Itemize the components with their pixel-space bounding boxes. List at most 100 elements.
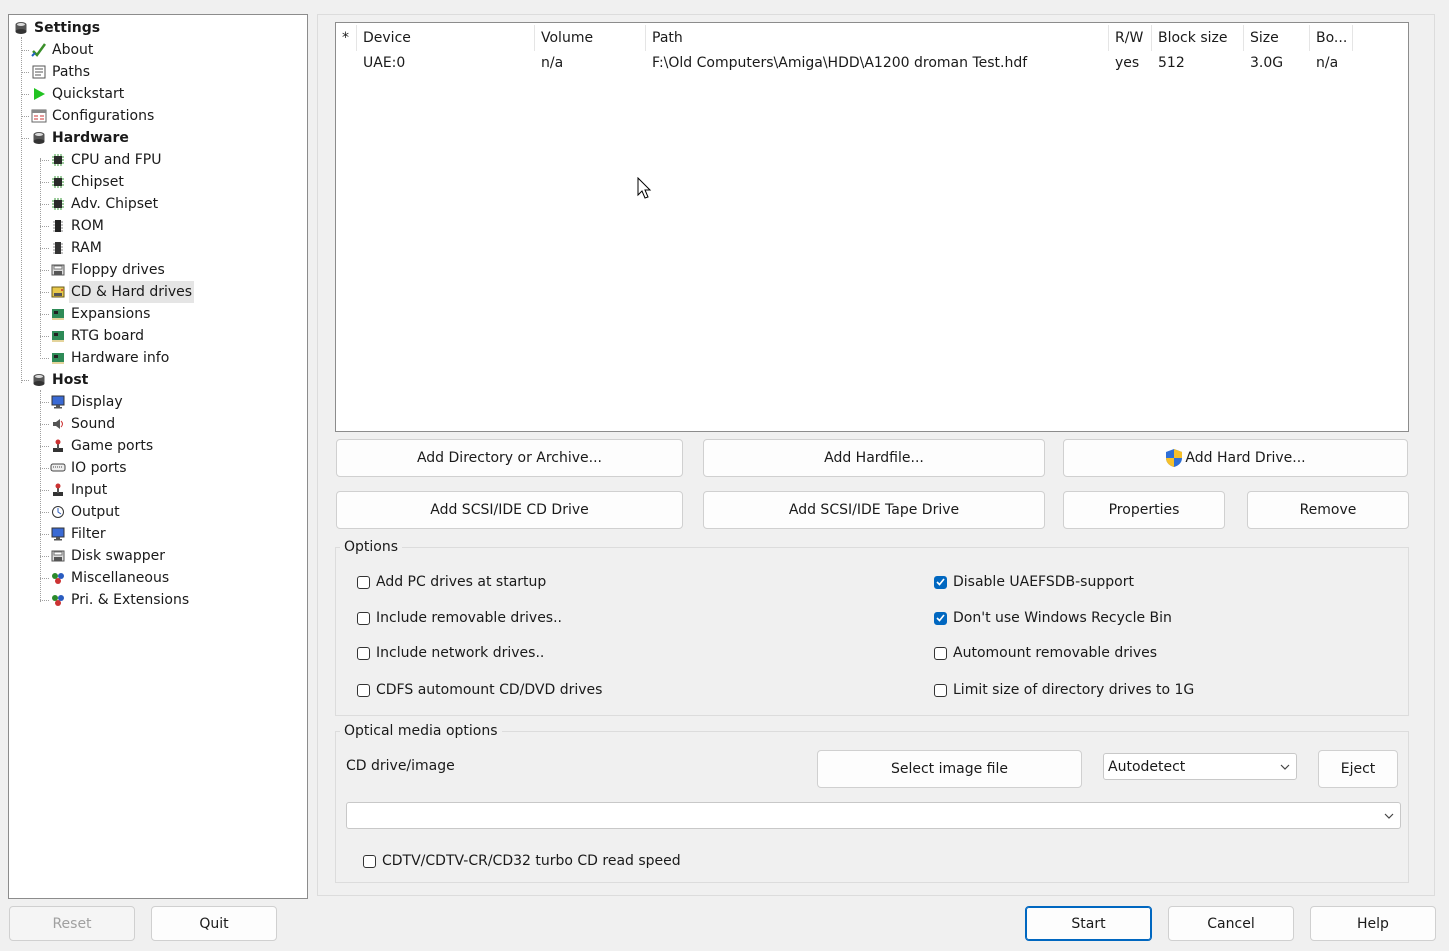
tree-item-chipset[interactable]: Chipset xyxy=(50,171,126,193)
checkmark-icon xyxy=(936,614,945,622)
add-directory-button[interactable]: Add Directory or Archive... xyxy=(336,439,683,477)
properties-button[interactable]: Properties xyxy=(1063,491,1225,529)
tree-item-rom[interactable]: ROM xyxy=(50,215,106,237)
tree-item-label: Filter xyxy=(71,526,106,542)
checkbox-box[interactable] xyxy=(357,611,370,625)
tree-item-expansions[interactable]: Expansions xyxy=(50,303,152,325)
add-hard-drive-button[interactable]: Add Hard Drive... xyxy=(1063,439,1408,477)
checkbox-box[interactable] xyxy=(934,575,947,589)
tree-item-rtg-board[interactable]: RTG board xyxy=(50,325,146,347)
tree-line xyxy=(40,578,49,579)
tree-item-display[interactable]: Display xyxy=(50,391,125,413)
checkbox-box[interactable] xyxy=(934,611,947,625)
add-tape-drive-button[interactable]: Add SCSI/IDE Tape Drive xyxy=(703,491,1045,529)
tree-line xyxy=(40,226,49,227)
tree-item-filter[interactable]: Filter xyxy=(50,523,108,545)
tree-root-label: Settings xyxy=(34,20,101,36)
add-hardfile-button[interactable]: Add Hardfile... xyxy=(703,439,1045,477)
checkbox-box[interactable] xyxy=(357,683,370,697)
tree-item-label: Sound xyxy=(71,416,116,432)
floppy-icon xyxy=(50,262,66,278)
column-header-device[interactable]: Device xyxy=(357,25,535,51)
option-checkbox-cdfs-automount-cd-dvd-drives[interactable]: CDFS automount CD/DVD drives xyxy=(357,679,602,701)
tree-line xyxy=(40,390,41,602)
expansion-board-icon xyxy=(50,350,66,366)
add-cd-drive-button[interactable]: Add SCSI/IDE CD Drive xyxy=(336,491,683,529)
tree-item-disk-swapper[interactable]: Disk swapper xyxy=(50,545,167,567)
hard-drive-icon xyxy=(50,284,66,300)
cell-boot: n/a xyxy=(1316,55,1339,71)
tree-item-output[interactable]: Output xyxy=(50,501,122,523)
column-header-block-size[interactable]: Block size xyxy=(1152,25,1244,51)
cd-mode-select[interactable]: Autodetect xyxy=(1103,753,1297,780)
tree-item-hardware-info[interactable]: Hardware info xyxy=(50,347,171,369)
tree-item-io-ports[interactable]: IO ports xyxy=(50,457,129,479)
uac-shield-icon xyxy=(1166,449,1183,467)
tree-item-adv-chipset[interactable]: Adv. Chipset xyxy=(50,193,160,215)
column-header-path[interactable]: Path xyxy=(646,25,1109,51)
tree-item-label: CPU and FPU xyxy=(71,152,162,168)
start-button[interactable]: Start xyxy=(1025,906,1152,941)
tree-line xyxy=(40,160,49,161)
checkbox-box[interactable] xyxy=(357,646,370,660)
checkbox-box[interactable] xyxy=(357,575,370,589)
checkbox-box[interactable] xyxy=(934,646,947,660)
help-button[interactable]: Help xyxy=(1310,906,1436,941)
option-checkbox-include-removable-drives[interactable]: Include removable drives.. xyxy=(357,607,562,629)
tree-item-label: Host xyxy=(52,372,89,388)
turbo-cd-checkbox[interactable]: CDTV/CDTV-CR/CD32 turbo CD read speed xyxy=(363,850,681,872)
reset-button[interactable]: Reset xyxy=(9,906,135,941)
tree-item-label: IO ports xyxy=(71,460,127,476)
tree-item-label: About xyxy=(52,42,94,58)
tree-item-cpu-and-fpu[interactable]: CPU and FPU xyxy=(50,149,163,171)
tree-root-settings[interactable]: Settings xyxy=(13,17,102,39)
quit-button[interactable]: Quit xyxy=(151,906,277,941)
tree-item-sound[interactable]: Sound xyxy=(50,413,117,435)
tree-item-floppy-drives[interactable]: Floppy drives xyxy=(50,259,167,281)
tree-item-about[interactable]: About xyxy=(31,39,95,61)
tree-line xyxy=(40,402,49,403)
column-header-rw[interactable]: R/W xyxy=(1109,25,1152,51)
eject-button[interactable]: Eject xyxy=(1318,750,1398,788)
tree-item-input[interactable]: Input xyxy=(50,479,109,501)
option-checkbox-limit-size-of-directory-drives-to-1g[interactable]: Limit size of directory drives to 1G xyxy=(934,679,1194,701)
cell-rw: yes xyxy=(1115,55,1140,71)
tree-item-quickstart[interactable]: Quickstart xyxy=(31,83,126,105)
column-header-volume[interactable]: Volume xyxy=(535,25,646,51)
option-checkbox-don-t-use-windows-recycle-bin[interactable]: Don't use Windows Recycle Bin xyxy=(934,607,1172,629)
tree-item-game-ports[interactable]: Game ports xyxy=(50,435,155,457)
tree-item-label: Chipset xyxy=(71,174,124,190)
tree-line xyxy=(40,358,49,359)
column-header-boot[interactable]: Bo... xyxy=(1310,25,1353,51)
column-header-size[interactable]: Size xyxy=(1244,25,1310,51)
remove-button[interactable]: Remove xyxy=(1247,491,1409,529)
option-label: Don't use Windows Recycle Bin xyxy=(953,610,1172,626)
option-checkbox-include-network-drives[interactable]: Include network drives.. xyxy=(357,642,544,664)
settings-tree[interactable]: Settings About Paths Quickstart Configurati… xyxy=(8,14,308,899)
paths-icon xyxy=(31,64,47,80)
tree-item-label: Input xyxy=(71,482,108,498)
option-checkbox-automount-removable-drives[interactable]: Automount removable drives xyxy=(934,642,1157,664)
option-checkbox-add-pc-drives-at-startup[interactable]: Add PC drives at startup xyxy=(357,571,546,593)
option-label: Include network drives.. xyxy=(376,645,545,661)
tree-item-label: RAM xyxy=(71,240,102,256)
cd-image-path-select[interactable] xyxy=(346,802,1401,829)
tree-item-miscellaneous[interactable]: Miscellaneous xyxy=(50,567,171,589)
drive-list[interactable]: * Device Volume Path R/W Block size Size… xyxy=(335,22,1409,432)
tree-item-label: Display xyxy=(71,394,123,410)
checkbox-box[interactable] xyxy=(363,854,376,868)
tree-line xyxy=(40,534,49,535)
checkbox-box[interactable] xyxy=(934,683,947,697)
tree-item-pri-extensions[interactable]: Pri. & Extensions xyxy=(50,589,191,611)
cancel-button[interactable]: Cancel xyxy=(1168,906,1294,941)
option-checkbox-disable-uaefsdb-support[interactable]: Disable UAEFSDB-support xyxy=(934,571,1134,593)
tree-item-configurations[interactable]: Configurations xyxy=(31,105,156,127)
tree-item-paths[interactable]: Paths xyxy=(31,61,92,83)
tree-item-cd-hard-drives[interactable]: CD & Hard drives xyxy=(50,281,195,303)
column-header-star[interactable]: * xyxy=(336,25,357,51)
tree-item-host[interactable]: Host xyxy=(31,369,90,391)
select-image-button[interactable]: Select image file xyxy=(817,750,1082,788)
tree-item-hardware[interactable]: Hardware xyxy=(31,127,131,149)
tree-item-ram[interactable]: RAM xyxy=(50,237,104,259)
settings-icon xyxy=(13,20,29,36)
